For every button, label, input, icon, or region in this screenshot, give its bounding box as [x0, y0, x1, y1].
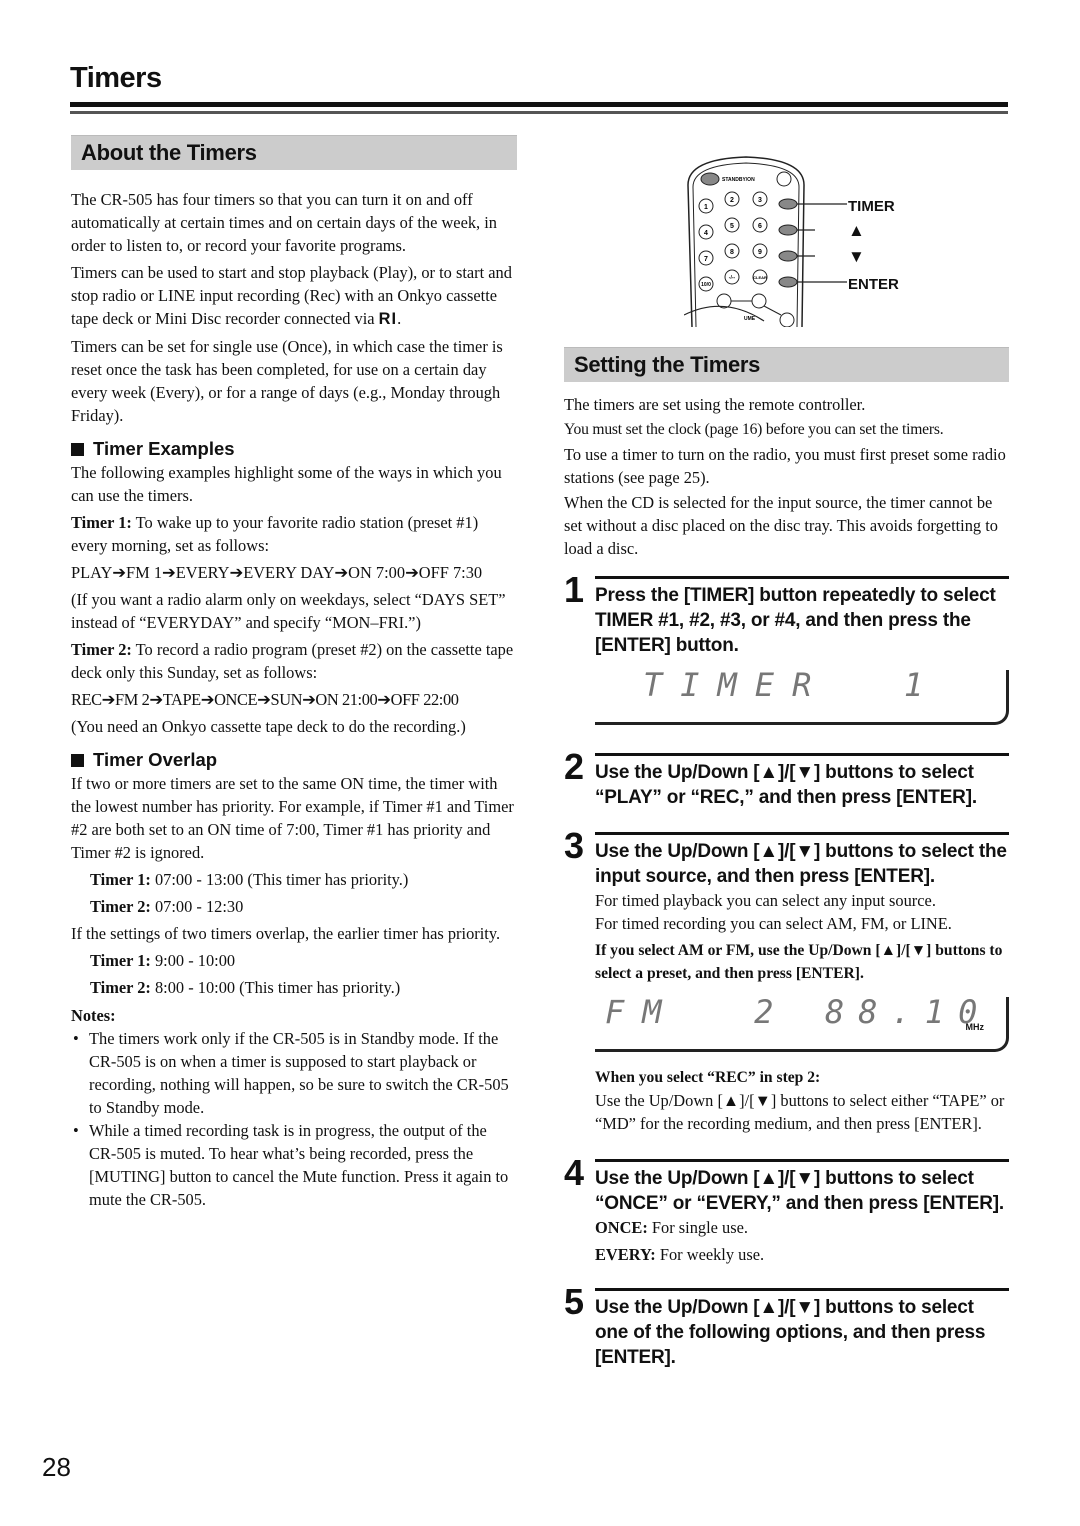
lcd-band: FM 2 [605, 993, 792, 1031]
about-paragraph-3: Timers can be set for single use (Once),… [71, 337, 503, 425]
svg-text:CLEAR: CLEAR [753, 275, 767, 280]
lcd-unit: MHz [965, 1022, 985, 1032]
svg-text:10/0: 10/0 [701, 282, 711, 288]
step-1: 1 Press the [TIMER] button repeatedly to… [564, 570, 1009, 725]
timer1-example: Timer 1: To wake up to your favorite rad… [71, 513, 479, 555]
about-paragraph-2: Timers can be used to start and stop pla… [71, 263, 512, 328]
notes-list: The timers work only if the CR-505 is in… [71, 1027, 517, 1211]
step-title: Use the Up/Down [▲]/[▼] buttons to selec… [595, 1288, 1009, 1370]
lcd-text: TIMER 1 [643, 666, 942, 704]
square-bullet-icon [71, 753, 84, 767]
timer1-note: (If you want a radio alarm only on weekd… [71, 590, 506, 632]
about-paragraph-1: The CR-505 has four timers so that you c… [71, 190, 497, 255]
ri-logo-icon: RI [378, 310, 398, 328]
setting-paragraph-3: To use a timer to turn on the radio, you… [564, 445, 1006, 487]
square-bullet-icon [71, 442, 84, 456]
step-number: 1 [564, 569, 585, 610]
notes-title: Notes: [71, 1006, 116, 1025]
overlap-example-2-timer1: Timer 1: 9:00 - 10:00 [90, 951, 236, 970]
overlap-example-2-timer2: Timer 2: 8:00 - 10:00 (This timer has pr… [90, 978, 401, 997]
svg-text:9: 9 [758, 249, 762, 256]
svg-text:5: 5 [730, 223, 734, 230]
timer1-sequence: PLAY➔FM 1➔EVERY➔EVERY DAY➔ON 7:00➔OFF 7:… [71, 563, 483, 582]
step-number: 3 [564, 825, 585, 866]
svg-text:2: 2 [730, 197, 734, 204]
svg-text:3: 3 [758, 197, 762, 204]
remote-control-icon: STANDBY/ON 1 2 3 4 5 6 7 8 9 10/0 -/-- C… [684, 156, 805, 327]
step-title: Use the Up/Down [▲]/[▼] buttons to selec… [595, 832, 1009, 889]
step-number: 2 [564, 746, 585, 787]
step-title: Press the [TIMER] button repeatedly to s… [595, 576, 1009, 658]
step-number: 4 [564, 1152, 585, 1193]
callout-up-arrow-icon: ▲ [848, 221, 865, 240]
step-title: Use the Up/Down [▲]/[▼] buttons to selec… [595, 753, 1009, 810]
timer2-note: (You need an Onkyo cassette tape deck to… [71, 717, 466, 736]
step-body: ONCE: For single use. EVERY: For weekly … [595, 1216, 1009, 1266]
setting-paragraph-4: When the CD is selected for the input so… [564, 493, 998, 558]
step-body: For timed playback you can select any in… [595, 889, 1009, 1135]
setting-paragraph-2: You must set the clock (page 16) before … [564, 421, 944, 438]
left-column: About the Timers The CR-505 has four tim… [71, 135, 517, 1211]
overlap-paragraph-1: If two or more timers are set to the sam… [71, 774, 514, 862]
repeat-button [779, 312, 795, 327]
right-column: STANDBY/ON 1 2 3 4 5 6 7 8 9 10/0 -/-- C… [564, 155, 1009, 1370]
standby-button [700, 172, 720, 186]
timer2-sequence: REC➔FM 2➔TAPE➔ONCE➔SUN➔ON 21:00➔OFF 22:0… [71, 690, 459, 709]
note-item: While a timed recording task is in progr… [71, 1119, 517, 1211]
callout-enter: ENTER [848, 276, 899, 293]
mode-button [751, 293, 767, 309]
svg-text:STANDBY/ON: STANDBY/ON [722, 177, 755, 183]
overlap-example-1-timer2: Timer 2: 07:00 - 12:30 [90, 897, 244, 916]
callout-down-arrow-icon: ▼ [848, 247, 865, 266]
page-title: Timers [70, 62, 162, 94]
down-button [778, 250, 798, 262]
overlap-paragraph-2: If the settings of two timers overlap, t… [71, 924, 501, 943]
step-2: 2 Use the Up/Down [▲]/[▼] buttons to sel… [564, 747, 1009, 810]
step-4: 4 Use the Up/Down [▲]/[▼] buttons to sel… [564, 1153, 1009, 1266]
about-section-header: About the Timers [71, 135, 517, 170]
title-rule-thick [70, 102, 1008, 107]
step-number: 5 [564, 1281, 585, 1322]
callout-timer: TIMER [848, 198, 895, 215]
setting-section-header: Setting the Timers [564, 347, 1009, 382]
svg-text:-/--: -/-- [729, 275, 736, 281]
option-once: ONCE: For single use. [595, 1218, 748, 1237]
rec-note-title: When you select “REC” in step 2: [595, 1069, 821, 1086]
svg-text:8: 8 [730, 249, 734, 256]
preset-note: If you select AM or FM, use the Up/Down … [595, 942, 1003, 982]
title-rule-thin [70, 111, 1008, 114]
callout-lines [797, 203, 847, 283]
enter-button [778, 276, 798, 288]
clock-call-button [776, 171, 792, 187]
option-every: EVERY: For weekly use. [595, 1245, 765, 1264]
step-title: Use the Up/Down [▲]/[▼] buttons to selec… [595, 1159, 1009, 1216]
svg-text:7: 7 [704, 256, 708, 263]
timer-button [778, 198, 798, 210]
steps-list: 1 Press the [TIMER] button repeatedly to… [564, 570, 1009, 1370]
lcd-display-timer: TIMER 1 [595, 666, 1009, 725]
step-5: 5 Use the Up/Down [▲]/[▼] buttons to sel… [564, 1282, 1009, 1370]
setting-paragraph-1: The timers are set using the remote cont… [564, 395, 866, 414]
timer-overlap-header: Timer Overlap [71, 748, 517, 772]
note-item: The timers work only if the CR-505 is in… [71, 1027, 517, 1119]
rec-note-body: Use the Up/Down [▲]/[▼] buttons to selec… [595, 1091, 1005, 1133]
step-3: 3 Use the Up/Down [▲]/[▼] buttons to sel… [564, 826, 1009, 1135]
svg-text:4: 4 [704, 230, 708, 237]
timer-examples-header: Timer Examples [71, 437, 517, 461]
lcd-display-fm: FM 2 88.10 MHz [595, 993, 1009, 1052]
timer2-example: Timer 2: To record a radio program (pres… [71, 640, 514, 682]
overlap-example-1-timer1: Timer 1: 07:00 - 13:00 (This timer has p… [90, 870, 409, 889]
remote-illustration: STANDBY/ON 1 2 3 4 5 6 7 8 9 10/0 -/-- C… [564, 155, 1009, 335]
examples-intro: The following examples highlight some of… [71, 463, 502, 505]
svg-text:6: 6 [758, 223, 762, 230]
svg-text:UME: UME [744, 316, 756, 322]
up-button [778, 224, 798, 236]
page-number: 28 [42, 1452, 71, 1482]
svg-text:1: 1 [704, 204, 708, 211]
